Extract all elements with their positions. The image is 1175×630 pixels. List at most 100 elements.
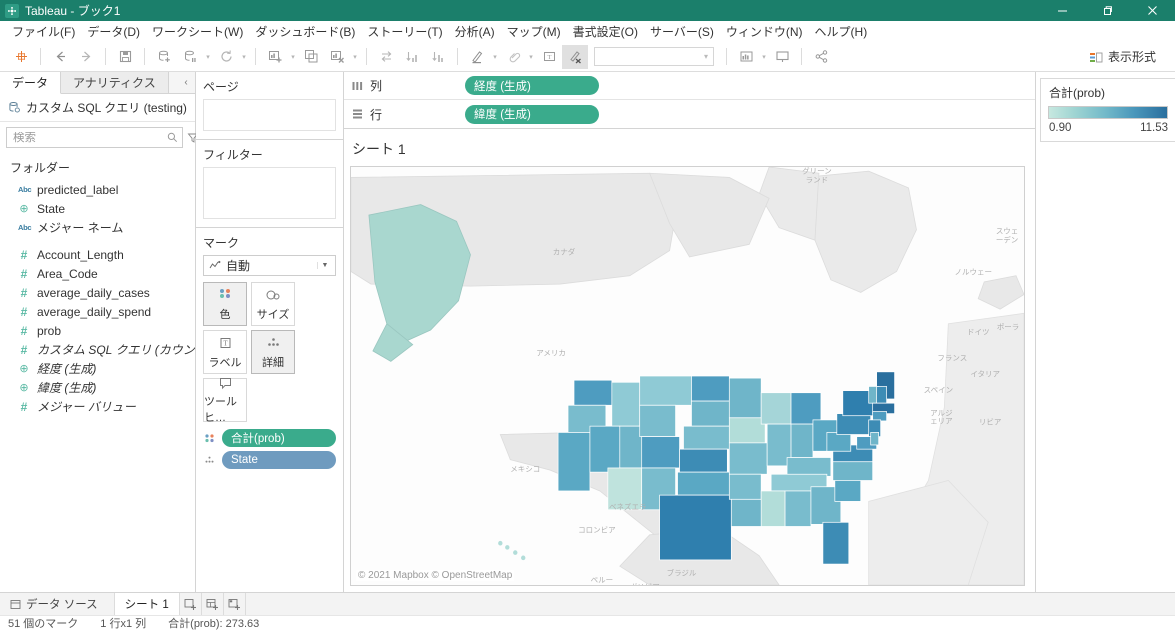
marks-size-button[interactable]: サイズ [251,282,295,326]
new-story-button[interactable] [224,593,246,615]
map-region[interactable] [558,432,590,491]
field-predicted-label[interactable]: Abc predicted_label [0,180,195,199]
marks-detail-button[interactable]: 詳細 [251,330,295,374]
map-region[interactable] [678,472,730,495]
pill-state[interactable]: State [222,451,336,469]
menu-data[interactable]: データ(D) [81,21,146,42]
menu-server[interactable]: サーバー(S) [644,21,720,42]
map-region[interactable] [871,432,879,445]
tab-analytics[interactable]: アナリティクス [61,72,169,93]
map-region[interactable] [729,443,767,474]
columns-shelf[interactable]: 列 経度 (生成) [344,72,1035,100]
maximize-button[interactable] [1085,0,1130,21]
map-region[interactable] [729,418,765,443]
minimize-button[interactable] [1040,0,1085,21]
data-source-tab[interactable]: データ ソース [0,593,115,615]
menu-map[interactable]: マップ(M) [501,21,567,42]
marks-tooltip-button[interactable]: ツールヒ… [203,378,247,422]
map-region[interactable] [791,424,813,457]
new-worksheet-button[interactable] [180,593,202,615]
map-region[interactable] [640,376,692,405]
map-region[interactable] [513,550,517,555]
worksheet-tab-sheet1[interactable]: シート 1 [115,593,180,615]
pill-sum-prob[interactable]: 合計(prob) [222,429,336,447]
map-region[interactable] [827,432,851,451]
map-region[interactable] [785,491,811,527]
map-region[interactable] [833,462,873,481]
close-button[interactable] [1130,0,1175,21]
pill-latitude[interactable]: 緯度 (生成) [465,105,599,124]
choropleth-layer[interactable] [351,167,1024,585]
map-region[interactable] [837,414,871,435]
sort-descending-icon[interactable] [425,45,451,69]
map-region[interactable] [642,437,680,468]
field-custom-sql-count[interactable]: # カスタム SQL クエリ (カウント) [0,340,195,359]
new-worksheet-caret-icon[interactable]: ▾ [288,45,298,69]
pause-data-icon[interactable] [177,45,203,69]
presentation-mode-icon[interactable] [769,45,795,69]
field-area-code[interactable]: # Area_Code [0,264,195,283]
forward-arrow-icon[interactable] [73,45,99,69]
sort-ascending-icon[interactable] [399,45,425,69]
map-region[interactable] [498,541,502,546]
map-region[interactable] [787,458,831,477]
back-arrow-icon[interactable] [47,45,73,69]
fit-selector-icon[interactable] [733,45,759,69]
menu-help[interactable]: ヘルプ(H) [809,21,874,42]
fix-axes-icon[interactable] [562,45,588,69]
map-region[interactable] [691,401,729,426]
map-canvas[interactable]: グリーン ランドカナダアメリカメキシコノルウェースウェ ーデンドイツポーラフラン… [350,166,1025,586]
map-region[interactable] [574,380,612,405]
new-worksheet-icon[interactable] [262,45,288,69]
refresh-data-icon[interactable] [213,45,239,69]
map-region[interactable] [684,426,730,449]
map-region[interactable] [761,393,791,424]
search-input[interactable] [13,132,167,144]
columns-drop-zone[interactable]: 経度 (生成) [462,76,1035,95]
pause-data-caret-icon[interactable]: ▾ [203,45,213,69]
field-state[interactable]: ⊕ State [0,199,195,218]
share-icon[interactable] [808,45,834,69]
pill-longitude[interactable]: 経度 (生成) [465,76,599,95]
highlight-caret-icon[interactable]: ▾ [490,45,500,69]
fit-selector-caret-icon[interactable]: ▾ [759,45,769,69]
field-prob[interactable]: # prob [0,321,195,340]
field-measure-values[interactable]: # メジャー バリュー [0,397,195,416]
data-source-item[interactable]: カスタム SQL クエリ (testing) [0,94,195,122]
show-me-button[interactable]: 表示形式 [1084,46,1161,67]
marks-label-button[interactable]: T ラベル [203,330,247,374]
map-region[interactable] [761,491,785,527]
pages-drop-zone[interactable] [203,99,336,131]
map-region[interactable] [691,376,729,401]
map-region[interactable] [660,495,732,560]
map-region[interactable] [877,386,887,403]
color-legend[interactable]: 合計(prob) 0.90 11.53 [1040,78,1175,142]
search-box[interactable] [6,127,183,148]
field-longitude-generated[interactable]: ⊕ 経度 (生成) [0,359,195,378]
map-region[interactable] [729,378,761,418]
menu-window[interactable]: ウィンドウ(N) [720,21,809,42]
group-caret-icon[interactable]: ▾ [526,45,536,69]
group-icon[interactable] [500,45,526,69]
filters-drop-zone[interactable] [203,167,336,219]
map-region[interactable] [505,545,509,550]
field-average-daily-spend[interactable]: # average_daily_spend [0,302,195,321]
field-measure-names[interactable]: Abc メジャー ネーム [0,218,195,237]
collapse-pane-icon[interactable]: ‹ [177,72,195,93]
map-region[interactable] [791,393,821,424]
menu-format[interactable]: 書式設定(O) [567,21,644,42]
clear-sheet-caret-icon[interactable]: ▾ [350,45,360,69]
menu-worksheet[interactable]: ワークシート(W) [146,21,249,42]
fit-combo[interactable]: ▾ [594,47,714,66]
marks-color-button[interactable]: 色 [203,282,247,326]
tab-data[interactable]: データ [0,72,61,94]
map-region[interactable] [823,522,849,564]
menu-analysis[interactable]: 分析(A) [449,21,501,42]
highlight-icon[interactable] [464,45,490,69]
tableau-logo-icon[interactable] [8,45,34,69]
menu-file[interactable]: ファイル(F) [6,21,81,42]
rows-shelf[interactable]: 行 緯度 (生成) [344,100,1035,128]
map-region[interactable] [521,556,525,561]
rows-drop-zone[interactable]: 緯度 (生成) [462,105,1035,124]
map-region[interactable] [680,449,728,472]
